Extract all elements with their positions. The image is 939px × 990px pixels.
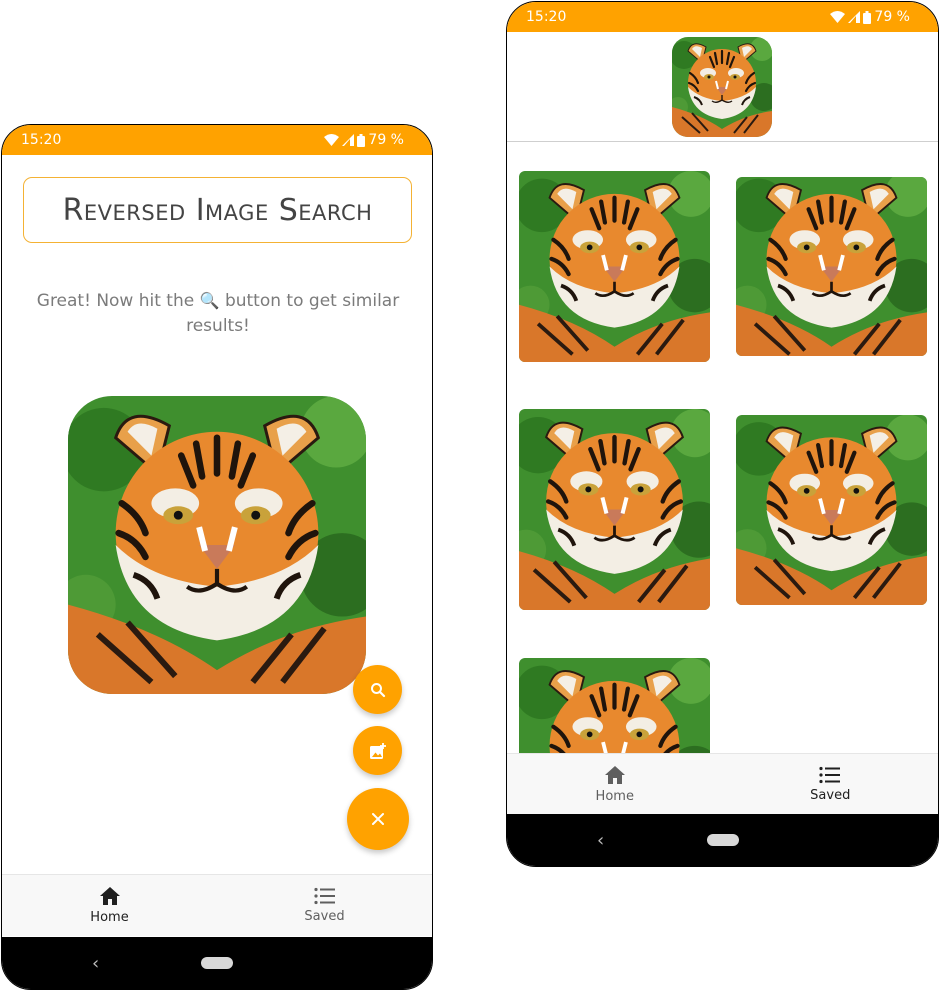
bottom-navigation: Home Saved [507, 753, 938, 815]
query-image[interactable] [672, 37, 772, 137]
list-icon [313, 887, 335, 905]
wifi-icon [830, 11, 846, 23]
phone-search-screen: 15:20 79 % Reversed Image Search Great! … [1, 124, 433, 990]
app-title: Reversed Image Search [23, 177, 412, 243]
tiger-photo [736, 177, 927, 356]
list-icon [819, 766, 841, 784]
status-bar: 15:20 79 % [2, 125, 432, 155]
results-grid [507, 143, 938, 753]
battery-percent: 79 % [368, 132, 404, 148]
nav-saved-label: Saved [810, 788, 851, 803]
phone-results-screen: 15:20 79 % Home Saved ‹ [506, 1, 939, 867]
tiger-photo [672, 37, 772, 137]
instruction-text: Great! Now hit the 🔍 button to get simil… [22, 288, 414, 339]
result-image[interactable] [736, 415, 927, 605]
nav-saved-label: Saved [304, 909, 345, 924]
search-button[interactable] [353, 665, 402, 714]
status-bar: 15:20 79 % [507, 2, 938, 32]
back-icon[interactable]: ‹ [92, 953, 99, 974]
add-photo-icon [369, 742, 386, 759]
home-pill-icon[interactable] [201, 957, 233, 969]
close-fab-button[interactable] [347, 788, 409, 850]
bottom-navigation: Home Saved [2, 874, 432, 936]
result-image[interactable] [519, 658, 710, 753]
search-icon [370, 682, 385, 697]
status-icons: 79 % [324, 132, 404, 148]
battery-icon [357, 133, 366, 147]
nav-saved[interactable]: Saved [217, 875, 432, 936]
result-image[interactable] [519, 171, 710, 362]
magnifier-emoji-icon: 🔍 [199, 291, 220, 310]
add-image-button[interactable] [353, 726, 402, 775]
status-time: 15:20 [21, 132, 62, 148]
nav-saved[interactable]: Saved [723, 754, 939, 815]
wifi-icon [324, 134, 340, 146]
query-image-header [507, 32, 938, 142]
result-image[interactable] [736, 177, 927, 356]
battery-percent: 79 % [874, 9, 910, 25]
nav-home-label: Home [595, 789, 634, 804]
close-icon [372, 813, 384, 825]
tiger-photo [519, 171, 710, 362]
nav-home-label: Home [90, 910, 129, 925]
status-time: 15:20 [526, 9, 567, 25]
tiger-photo [68, 396, 366, 694]
selected-image[interactable] [68, 396, 366, 694]
tiger-photo [519, 409, 710, 610]
nav-home[interactable]: Home [507, 754, 723, 815]
home-icon [604, 766, 625, 784]
nav-home[interactable]: Home [2, 875, 217, 936]
status-icons: 79 % [830, 9, 910, 25]
system-navigation-bar: ‹ [507, 814, 938, 866]
signal-icon [848, 11, 861, 23]
tiger-photo [519, 658, 710, 753]
home-pill-icon[interactable] [707, 834, 739, 846]
battery-icon [863, 10, 872, 24]
signal-icon [342, 134, 355, 146]
back-icon[interactable]: ‹ [597, 830, 604, 851]
tiger-photo [736, 415, 927, 605]
home-icon [99, 887, 120, 905]
result-image[interactable] [519, 409, 710, 610]
hint-before: Great! Now hit the [36, 291, 200, 311]
system-navigation-bar: ‹ [2, 937, 432, 989]
